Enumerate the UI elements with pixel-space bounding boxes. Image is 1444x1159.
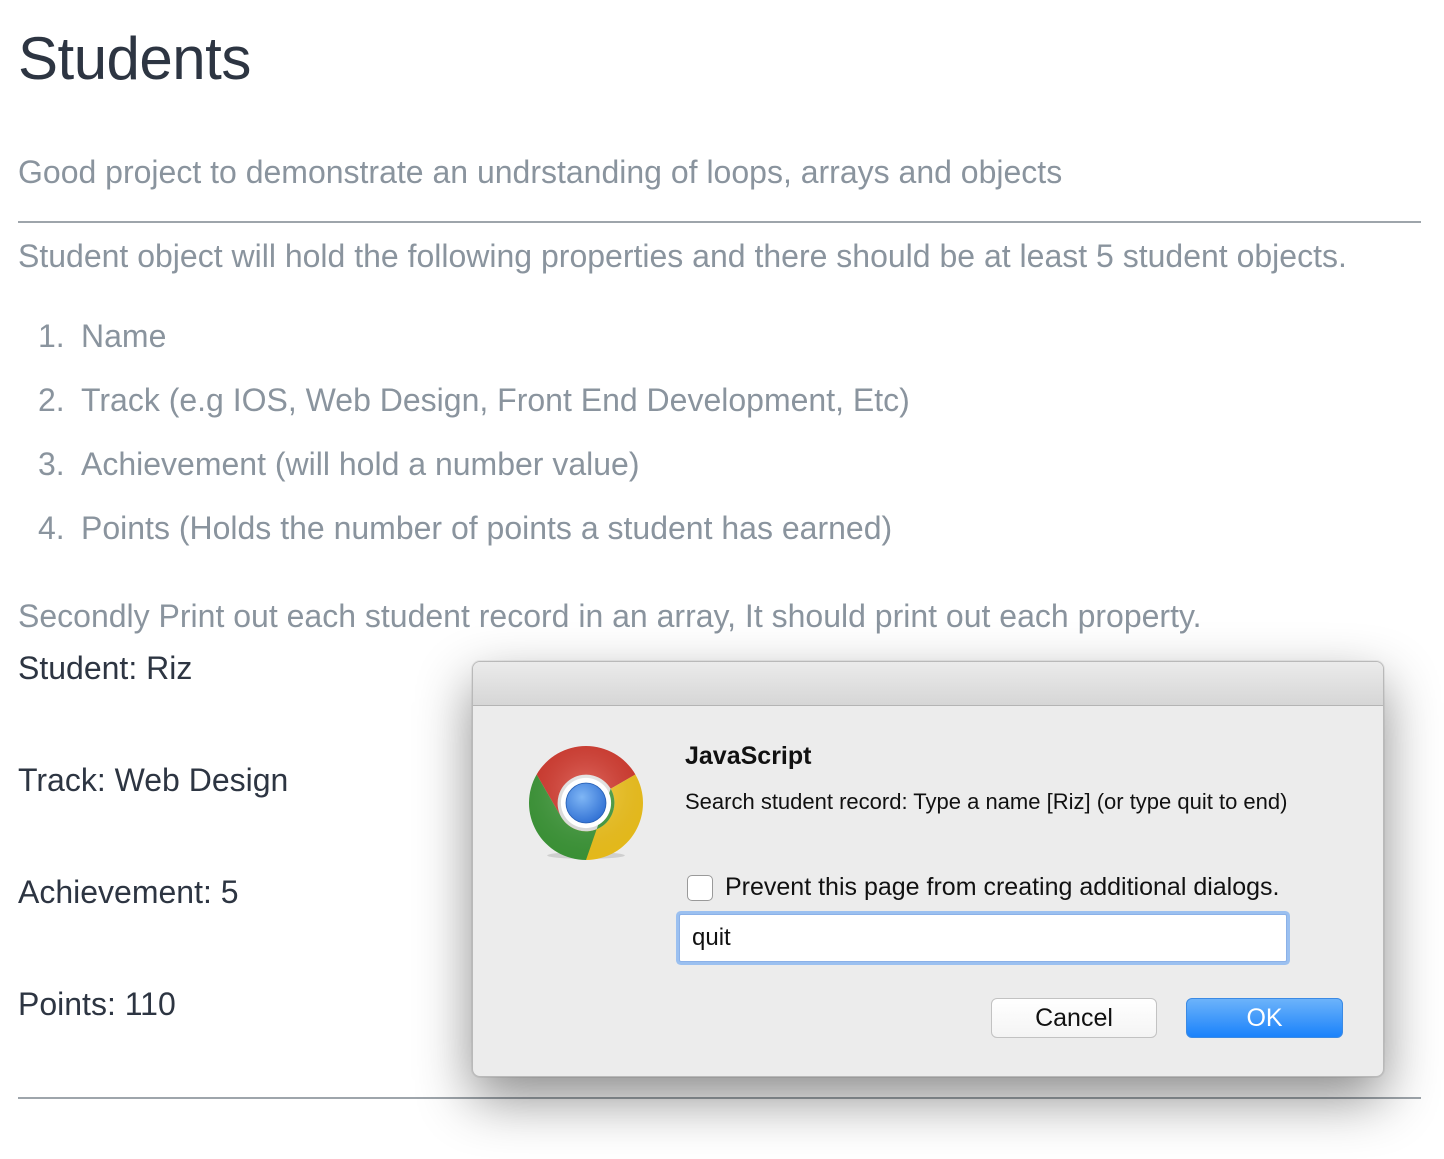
- prevent-dialogs-label[interactable]: Prevent this page from creating addition…: [725, 873, 1280, 902]
- list-item-text: Achievement (will hold a number value): [81, 446, 640, 482]
- list-item: 1. Name: [38, 314, 910, 378]
- dialog-heading: JavaScript: [685, 742, 812, 770]
- description-text: Student object will hold the following p…: [18, 238, 1347, 274]
- page-title: Students: [18, 25, 251, 92]
- list-number: 1.: [38, 318, 65, 354]
- list-item-text: Points (Holds the number of points a stu…: [81, 510, 893, 546]
- record-student: Student: Riz: [18, 650, 193, 686]
- prompt-input[interactable]: [679, 914, 1287, 962]
- list-item: 3. Achievement (will hold a number value): [38, 442, 910, 506]
- ok-button[interactable]: OK: [1186, 998, 1343, 1038]
- dialog-message: Search student record: Type a name [Riz]…: [685, 789, 1288, 814]
- list-item: 2. Track (e.g IOS, Web Design, Front End …: [38, 378, 910, 442]
- list-item-text: Name: [81, 318, 167, 354]
- list-number: 4.: [38, 510, 65, 546]
- prevent-dialogs-row[interactable]: Prevent this page from creating addition…: [687, 873, 1280, 902]
- secondly-text: Secondly Print out each student record i…: [18, 598, 1202, 634]
- record-achievement: Achievement: 5: [18, 874, 239, 910]
- divider: [18, 221, 1421, 223]
- list-number: 3.: [38, 446, 65, 482]
- chrome-logo-icon: [529, 746, 643, 860]
- javascript-prompt-dialog: JavaScript Search student record: Type a…: [472, 661, 1384, 1077]
- dialog-titlebar: [473, 662, 1383, 706]
- property-list: 1. Name 2. Track (e.g IOS, Web Design, Fro…: [38, 314, 910, 570]
- record-points: Points: 110: [18, 986, 176, 1022]
- intro-text: Good project to demonstrate an undrstand…: [18, 154, 1063, 190]
- list-item-text: Track (e.g IOS, Web Design, Front End De…: [81, 382, 910, 418]
- list-number: 2.: [38, 382, 65, 418]
- cancel-button[interactable]: Cancel: [991, 998, 1157, 1038]
- record-track: Track: Web Design: [18, 762, 289, 798]
- prevent-dialogs-checkbox[interactable]: [687, 874, 713, 901]
- divider: [18, 1097, 1421, 1099]
- list-item: 4. Points (Holds the number of points a s…: [38, 506, 910, 570]
